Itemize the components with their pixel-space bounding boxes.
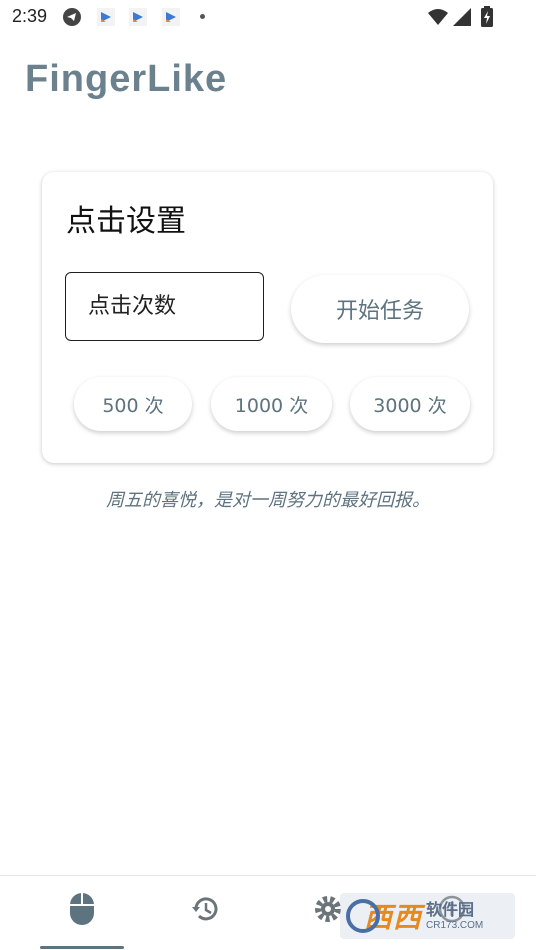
settings-icon — [313, 894, 343, 928]
preset-500-button[interactable]: 500 次 — [74, 377, 192, 431]
telegram-icon — [62, 7, 82, 27]
mouse-icon — [68, 891, 96, 931]
notification-dot — [200, 14, 205, 19]
app-icon — [161, 7, 181, 27]
status-time: 2:39 — [12, 6, 48, 26]
app-icon — [128, 7, 148, 27]
click-count-input[interactable] — [65, 272, 264, 341]
preset-1000-button[interactable]: 1000 次 — [211, 377, 332, 431]
status-bar: 2:39 — [0, 0, 536, 34]
watermark: 西西 软件园 CR173.COM — [340, 893, 515, 939]
watermark-logo-icon — [346, 899, 380, 933]
battery-charging-icon — [477, 6, 497, 27]
watermark-en-text: CR173.COM — [426, 919, 484, 931]
nav-tab-click[interactable] — [52, 886, 112, 936]
nav-tab-history[interactable] — [176, 886, 236, 936]
click-settings-card: 点击设置 开始任务 500 次 1000 次 3000 次 — [42, 172, 493, 463]
app-title: FingerLike — [25, 58, 228, 100]
daily-quote: 周五的喜悦，是对一周努力的最好回报。 — [106, 490, 430, 511]
wifi-icon — [428, 7, 448, 27]
start-task-button[interactable]: 开始任务 — [291, 275, 469, 343]
history-icon — [190, 893, 222, 929]
watermark-cn-text: 软件园 — [426, 899, 475, 919]
watermark-side-text: 软件园 CR173.COM — [426, 899, 484, 931]
app-icon — [96, 7, 116, 27]
preset-3000-button[interactable]: 3000 次 — [350, 377, 470, 431]
card-title: 点击设置 — [66, 204, 186, 239]
signal-icon — [452, 7, 472, 27]
